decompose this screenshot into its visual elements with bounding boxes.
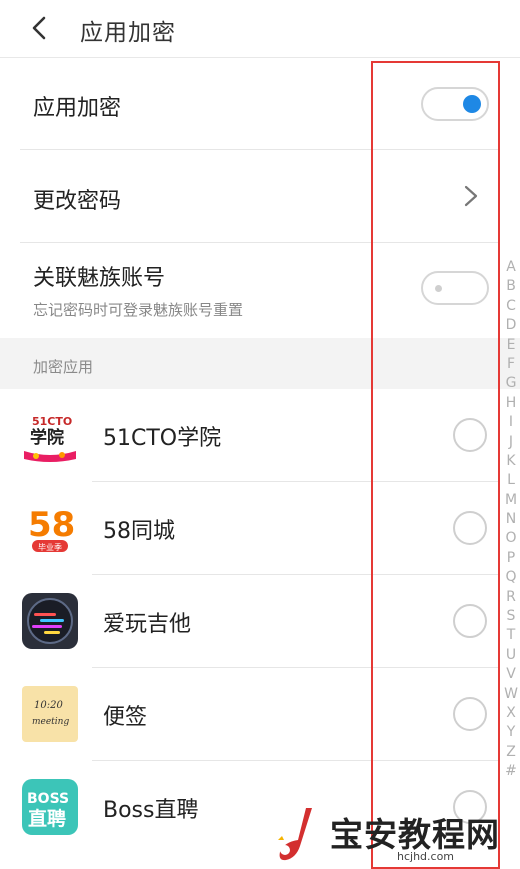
alphabet-letter[interactable]: Y [502, 723, 520, 742]
select-radio[interactable] [453, 604, 487, 638]
app-lock-label: 应用加密 [33, 96, 122, 121]
app-row-58[interactable]: 58 毕业季 58同城 [0, 482, 520, 575]
alphabet-letter[interactable]: K [502, 452, 520, 471]
alphabet-letter[interactable]: Z [502, 743, 520, 762]
app-row-guitar[interactable]: 爱玩吉他 [0, 575, 520, 668]
section-title: 加密应用 [33, 358, 94, 376]
page-title: 应用加密 [80, 20, 176, 46]
select-radio[interactable] [453, 511, 487, 545]
svg-text:58: 58 [28, 505, 75, 545]
alphabet-letter[interactable]: O [502, 529, 520, 548]
link-account-label: 关联魅族账号 [33, 266, 166, 291]
app-lock-row[interactable]: 应用加密 [0, 58, 520, 150]
watermark-url: hcjhd.com [397, 850, 455, 863]
notes-app-icon: 10:20 meeting [22, 686, 78, 742]
svg-text:直聘: 直聘 [28, 807, 66, 830]
app-row-51cto[interactable]: 51CTO 学院 51CTO学院 [0, 389, 520, 482]
alphabet-letter[interactable]: C [502, 297, 520, 316]
alphabet-letter[interactable]: B [502, 277, 520, 296]
51cto-app-icon: 51CTO 学院 [22, 407, 78, 463]
alphabet-letter[interactable]: U [502, 646, 520, 665]
app-name: 便签 [103, 705, 148, 730]
alphabet-letter[interactable]: W [502, 685, 520, 704]
toggle-knob [435, 285, 442, 292]
section-header: 加密应用 [0, 338, 520, 389]
alphabet-letter[interactable]: V [502, 665, 520, 684]
alphabet-letter[interactable]: J [502, 433, 520, 452]
app-name: 51CTO学院 [103, 426, 222, 451]
alphabet-letter[interactable]: L [502, 471, 520, 490]
alphabet-letter[interactable]: Q [502, 568, 520, 587]
58-city-app-icon: 58 毕业季 [22, 500, 78, 556]
app-name: 58同城 [103, 519, 175, 544]
svg-text:学院: 学院 [30, 427, 64, 448]
svg-text:meeting: meeting [32, 717, 69, 727]
alphabet-letter[interactable]: R [502, 588, 520, 607]
alphabet-letter[interactable]: D [502, 316, 520, 335]
alphabet-letter[interactable]: H [502, 394, 520, 413]
boss-app-icon: BOSS 直聘 [22, 779, 78, 835]
alphabet-letter[interactable]: I [502, 413, 520, 432]
alphabet-letter[interactable]: S [502, 607, 520, 626]
svg-text:BOSS: BOSS [27, 791, 69, 807]
svg-text:毕业季: 毕业季 [38, 542, 62, 552]
watermark: 宝安教程网 hcjhd.com [272, 800, 520, 869]
toggle-knob [463, 95, 481, 113]
alphabet-letter[interactable]: # [502, 762, 520, 781]
link-account-row[interactable]: 关联魅族账号 忘记密码时可登录魅族账号重置 [0, 243, 520, 338]
link-account-subtitle: 忘记密码时可登录魅族账号重置 [33, 301, 244, 319]
app-name: Boss直聘 [103, 798, 199, 823]
alphabet-letter[interactable]: E [502, 336, 520, 355]
app-name: 爱玩吉他 [103, 612, 192, 637]
watermark-logo-icon [278, 808, 312, 861]
alphabet-index[interactable]: A B C D E F G H I J K L M N O P Q R S T U V W X Y Z # [502, 258, 520, 782]
alphabet-letter[interactable]: X [502, 704, 520, 723]
guitar-app-icon [22, 593, 78, 649]
alphabet-letter[interactable]: M [502, 491, 520, 510]
alphabet-letter[interactable]: G [502, 374, 520, 393]
alphabet-letter[interactable]: P [502, 549, 520, 568]
select-radio[interactable] [453, 697, 487, 731]
change-password-row[interactable]: 更改密码 [0, 150, 520, 243]
select-radio[interactable] [453, 418, 487, 452]
watermark-text: 宝安教程网 [330, 815, 500, 854]
top-bar: 应用加密 [0, 0, 520, 58]
link-account-toggle[interactable] [421, 271, 489, 305]
change-password-label: 更改密码 [33, 189, 122, 214]
app-lock-toggle[interactable] [421, 87, 489, 121]
alphabet-letter[interactable]: T [502, 626, 520, 645]
svg-text:51CTO: 51CTO [32, 415, 72, 428]
chevron-right-icon [464, 185, 478, 207]
alphabet-letter[interactable]: F [502, 355, 520, 374]
app-row-notes[interactable]: 10:20 meeting 便签 [0, 668, 520, 761]
svg-text:10:20: 10:20 [34, 700, 63, 711]
alphabet-letter[interactable]: A [502, 258, 520, 277]
chevron-left-icon[interactable] [26, 14, 54, 42]
alphabet-letter[interactable]: N [502, 510, 520, 529]
